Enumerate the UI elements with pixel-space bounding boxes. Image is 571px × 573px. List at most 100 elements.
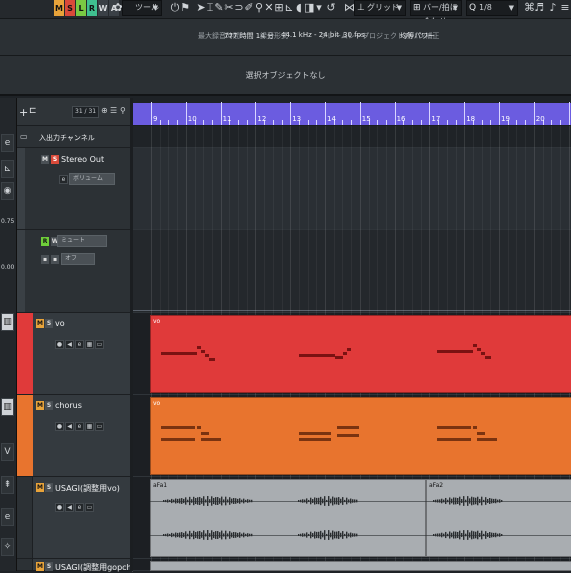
track-stereo-out[interactable]: M S Stereo Out e ボリューム xyxy=(17,148,130,230)
parameter-field[interactable]: ミュート xyxy=(57,235,107,247)
speaker-icon[interactable]: ◖ xyxy=(294,1,304,15)
comp-tool-icon[interactable]: ⊞ xyxy=(274,1,284,15)
chevron-down-icon[interactable]: V xyxy=(1,443,14,461)
ruler-bar-label: 17 xyxy=(431,115,440,123)
tool-select[interactable]: ツール ▼ xyxy=(122,0,162,16)
edit-icon[interactable]: e xyxy=(59,175,68,184)
settings-icon[interactable]: ✧ xyxy=(1,538,14,556)
folder-up-icon[interactable]: ⊏ xyxy=(29,106,37,116)
list-icon[interactable]: ☰ xyxy=(110,106,117,115)
mute-button[interactable]: M xyxy=(36,562,44,571)
record-icon[interactable]: ● xyxy=(55,422,64,431)
selection-status: 選択オブジェクトなし xyxy=(0,70,571,81)
snap-type-select[interactable]: ⊥ グリッド ▼ xyxy=(354,0,406,16)
chevron-down-icon[interactable]: ▾ xyxy=(314,1,324,15)
edit-icon[interactable]: e xyxy=(75,340,84,349)
midi-part-vo[interactable]: vo xyxy=(150,315,571,393)
instrument-icon[interactable]: ▦ xyxy=(85,422,94,431)
midi-part-chorus[interactable]: vo xyxy=(150,397,571,475)
solo-button[interactable]: S xyxy=(45,319,53,328)
edit-icon[interactable]: e xyxy=(1,508,14,526)
ruler-bar-label: 12 xyxy=(257,115,266,123)
tune-icon[interactable]: ♪ xyxy=(548,1,558,15)
edit-icon[interactable]: e xyxy=(75,503,84,512)
lanes-icon[interactable]: ▭ xyxy=(95,340,104,349)
snap-icon[interactable]: ⋈ xyxy=(344,1,354,15)
solo-button[interactable]: S xyxy=(45,483,53,492)
record-icon[interactable]: ● xyxy=(55,340,64,349)
note-icon[interactable]: ♬ xyxy=(534,1,544,15)
monitor-icon[interactable]: ◉ xyxy=(1,182,14,200)
add-track-icon[interactable]: + xyxy=(19,106,28,119)
quantize-mode-select[interactable]: ⊞ バー/拍に合わせ ▼ xyxy=(410,0,462,16)
ruler-bar-tick xyxy=(360,102,361,125)
audio-icon[interactable]: ⇞ xyxy=(1,476,14,494)
track-usagi-gopch[interactable]: M S USAGI(調整用gopch) xyxy=(17,559,130,571)
ruler-beat-tick xyxy=(551,120,552,125)
solo-button[interactable]: S xyxy=(45,401,53,410)
lanes-icon[interactable]: ▭ xyxy=(85,503,94,512)
track-io-folder[interactable]: ▭ 入出力チャンネル xyxy=(17,126,130,148)
sync-icon[interactable]: ⊕ xyxy=(101,106,108,115)
power-icon[interactable]: ⏻ xyxy=(170,1,180,15)
zoom-tool-icon[interactable]: ⚲ xyxy=(254,1,264,15)
ruler-beat-tick xyxy=(412,120,413,125)
piano-icon[interactable]: ▥ xyxy=(1,313,14,331)
lanes-icon[interactable]: ▭ xyxy=(95,422,104,431)
arrange-window[interactable]: vo vo aFa1 aFa2 xyxy=(133,126,571,571)
lock-icon[interactable]: ▪ xyxy=(41,255,49,264)
ruler-bar-label: 13 xyxy=(292,115,301,123)
flag-icon[interactable]: ⚑ xyxy=(180,1,190,15)
mute-button[interactable]: M xyxy=(41,155,49,164)
draw-tool-icon[interactable]: ✎ xyxy=(214,1,224,15)
link-icon[interactable]: ▪ xyxy=(51,255,59,264)
ruler-bar-tick xyxy=(290,102,291,125)
value-readout-1: 0.75 xyxy=(1,218,14,225)
mute-button[interactable]: M xyxy=(36,401,44,410)
monitor-icon[interactable]: ◀ xyxy=(65,503,74,512)
instrument-icon[interactable]: ▦ xyxy=(85,340,94,349)
edit-icon[interactable]: e xyxy=(1,134,14,152)
track-chorus[interactable]: M S chorus ● ◀ e ▦ ▭ xyxy=(17,395,130,477)
mode-button-r[interactable]: R xyxy=(87,0,97,16)
timewarp-icon[interactable]: ⊾ xyxy=(284,1,294,15)
mode-button-s[interactable]: S xyxy=(65,0,75,16)
erase-icon[interactable]: ✐ xyxy=(244,1,254,15)
edit-icon[interactable]: e xyxy=(75,422,84,431)
ruler-beat-tick xyxy=(560,120,561,125)
ruler-beat-tick xyxy=(168,120,169,125)
main-toolbar: MSLRWA ✿ ツール ▼ ⏻ ⚑ ➤ ⌶ ✎ ✂ ⊃ ✐ ⚲ ✕ ⊞ ⊾ ◖… xyxy=(0,0,571,19)
mute-button[interactable]: M xyxy=(36,483,44,492)
ruler-bar-label: 19 xyxy=(501,115,510,123)
menu-icon[interactable]: ≡ xyxy=(560,1,570,15)
mode-button-w[interactable]: W xyxy=(98,0,108,16)
mode-button-l[interactable]: L xyxy=(76,0,86,16)
mode-button-m[interactable]: M xyxy=(54,0,64,16)
mute-button[interactable]: M xyxy=(36,319,44,328)
track-mute-automation[interactable]: R W ミュート ▪ ▪ オフ xyxy=(17,230,130,313)
volume-field[interactable]: ボリューム xyxy=(69,173,115,185)
piano-icon[interactable]: ▥ xyxy=(1,398,14,416)
read-button[interactable]: R xyxy=(41,237,49,246)
record-icon[interactable]: ● xyxy=(55,503,64,512)
track-usagi-vo[interactable]: M S USAGI(調整用vo) ● ◀ e ▭ xyxy=(17,477,130,559)
quantize-value-select[interactable]: Q 1/8 ▼ xyxy=(466,0,518,16)
track-vo[interactable]: M S vo ● ◀ e ▦ ▭ xyxy=(17,313,130,395)
snap-type-value: グリッド xyxy=(367,3,399,12)
monitor-icon[interactable]: ◀ xyxy=(65,340,74,349)
autoscroll-icon[interactable]: ↺ xyxy=(326,1,336,15)
audio-part-3[interactable] xyxy=(150,561,571,571)
color-tool-icon[interactable]: ◨ xyxy=(304,1,314,15)
mute-tool-icon[interactable]: ✕ xyxy=(264,1,274,15)
glue-icon[interactable]: ⊃ xyxy=(234,1,244,15)
scissors-icon[interactable]: ✂ xyxy=(224,1,234,15)
quantize-apply-icon[interactable]: ⌘ xyxy=(524,1,534,15)
monitor-icon[interactable]: ◀ xyxy=(65,422,74,431)
insert-icon[interactable]: ⊾ xyxy=(1,160,14,178)
value-field[interactable]: オフ xyxy=(61,253,95,265)
solo-button[interactable]: S xyxy=(51,155,59,164)
timeline-ruler[interactable]: 9101112131415161718192021 xyxy=(133,103,571,126)
chevron-down-icon: ▼ xyxy=(509,1,514,15)
search-icon[interactable]: ⚲ xyxy=(120,106,126,115)
solo-button[interactable]: S xyxy=(45,562,53,571)
